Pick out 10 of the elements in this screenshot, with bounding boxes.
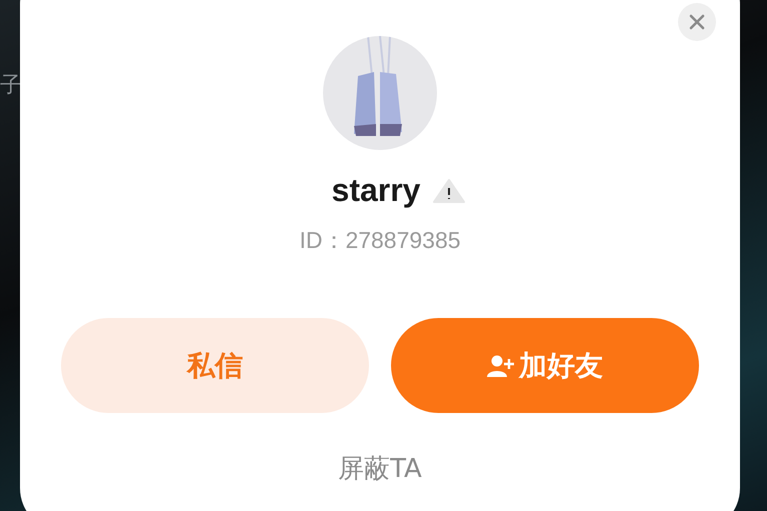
message-button[interactable]: 私信 [61,318,369,413]
add-user-icon [487,354,515,378]
user-id: ID：278879385 [299,226,461,255]
close-icon [688,13,706,31]
username: starry [332,172,420,209]
add-friend-button[interactable]: 加好友 [391,318,699,413]
block-user-link[interactable]: 屏蔽TA [338,451,422,486]
warning-icon [432,178,466,204]
close-button[interactable] [678,3,716,41]
background-text: 子 [0,72,22,100]
